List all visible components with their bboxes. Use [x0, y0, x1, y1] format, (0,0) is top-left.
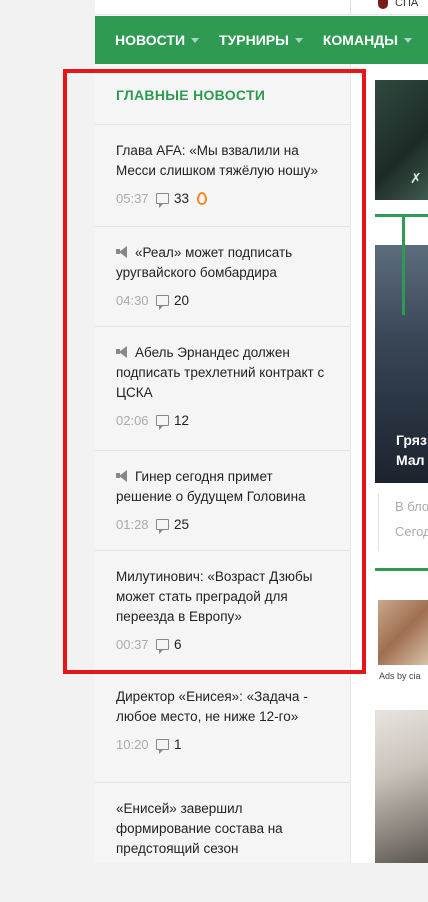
news-time: 05:37 — [116, 190, 149, 206]
news-list: Глава AFA: «Мы взвалили на Месси слишком… — [95, 124, 350, 902]
megaphone-icon — [116, 346, 130, 358]
news-item[interactable]: Глава AFA: «Мы взвалили на Месси слишком… — [95, 124, 350, 226]
nav-item-label: НОВОСТИ — [115, 32, 186, 48]
chevron-down-icon — [294, 37, 303, 43]
megaphone-icon — [116, 470, 130, 482]
feature-title-line: Мал — [396, 452, 425, 468]
news-meta: 02:06 12 — [116, 410, 330, 430]
news-meta: 01:28 25 — [116, 514, 330, 534]
main-nav: НОВОСТИ ТУРНИРЫ КОМАНДЫ — [95, 16, 428, 64]
fire-icon — [197, 191, 208, 205]
feature-title-line: Гряз — [396, 432, 427, 448]
comment-count[interactable]: 20 — [174, 293, 189, 308]
comment-icon — [156, 518, 169, 534]
news-headline-text: «Енисей» завершил формирование состава н… — [116, 801, 283, 856]
accent-line — [375, 568, 428, 571]
news-item[interactable]: Абель Эрнандес должен подписать трехлетн… — [95, 326, 350, 450]
news-item[interactable]: «Енисей» завершил формирование состава н… — [95, 782, 350, 902]
news-headline-text: Милутинович: «Возраст Дзюбы может стать … — [116, 569, 313, 624]
news-item[interactable]: Гинер сегодня примет решение о будущем Г… — [95, 450, 350, 550]
news-item[interactable]: «Реал» может подписать уругвайского бомб… — [95, 226, 350, 326]
nav-item-tournaments[interactable]: ТУРНИРЫ — [219, 32, 303, 48]
news-headline[interactable]: Милутинович: «Возраст Дзюбы может стать … — [116, 567, 330, 627]
nav-item-teams[interactable]: КОМАНДЫ — [323, 32, 412, 48]
news-time: 01:28 — [116, 516, 149, 532]
comment-icon — [156, 638, 169, 654]
ad-image[interactable] — [378, 600, 428, 665]
blog-text-line[interactable]: В бло — [395, 499, 428, 514]
news-time: 10:20 — [116, 736, 149, 752]
news-meta: 00:37 6 — [116, 634, 330, 654]
news-headline-text: Глава AFA: «Мы взвалили на Месси слишком… — [116, 143, 319, 178]
comment-count[interactable]: 1 — [174, 737, 182, 752]
feature-image[interactable] — [375, 710, 428, 863]
news-headline-text: «Реал» может подписать уругвайского бомб… — [116, 245, 293, 280]
ad-label[interactable]: Ads by cia — [379, 671, 421, 681]
blog-text-line[interactable]: Сегод — [395, 524, 428, 539]
news-headline[interactable]: «Енисей» завершил формирование состава н… — [116, 799, 330, 859]
news-meta: 10:20 1 — [116, 734, 330, 754]
news-item[interactable]: Директор «Енисея»: «Задача - любое место… — [95, 670, 350, 782]
news-item[interactable]: Милутинович: «Возраст Дзюбы может стать … — [95, 550, 350, 670]
comment-icon — [156, 192, 169, 208]
news-meta: 05:37 33 — [116, 188, 330, 208]
megaphone-icon — [116, 246, 130, 258]
news-time: 00:37 — [116, 636, 149, 652]
news-headline-text: Директор «Енисея»: «Задача - любое место… — [116, 689, 308, 724]
chevron-down-icon — [191, 37, 200, 43]
nav-item-label: ТУРНИРЫ — [219, 32, 289, 48]
news-headline[interactable]: Глава AFA: «Мы взвалили на Месси слишком… — [116, 141, 330, 181]
comment-icon — [156, 294, 169, 310]
news-time: 04:30 — [116, 292, 149, 308]
main-news-column: ГЛАВНЫЕ НОВОСТИ Глава AFA: «Мы взвалили … — [95, 64, 351, 863]
comment-icon — [156, 738, 169, 754]
image-mark-icon: ✗ — [410, 170, 422, 186]
comment-count[interactable]: 6 — [174, 637, 182, 652]
news-headline-text: Абель Эрнандес должен подписать трехлетн… — [116, 345, 325, 400]
news-headline[interactable]: Абель Эрнандес должен подписать трехлетн… — [116, 343, 330, 403]
news-headline[interactable]: «Реал» может подписать уругвайского бомб… — [116, 243, 330, 283]
section-title: ГЛАВНЫЕ НОВОСТИ — [116, 87, 266, 103]
chevron-down-icon — [403, 37, 412, 43]
comment-count[interactable]: 33 — [174, 191, 189, 206]
comment-count[interactable]: 12 — [174, 413, 189, 428]
club-label[interactable]: СПА — [395, 0, 418, 9]
nav-item-label: КОМАНДЫ — [322, 32, 398, 48]
news-meta: 04:30 20 — [116, 290, 330, 310]
nav-item-news[interactable]: НОВОСТИ — [115, 32, 200, 48]
news-headline[interactable]: Гинер сегодня примет решение о будущем Г… — [116, 467, 330, 507]
news-headline-text: Гинер сегодня примет решение о будущем Г… — [116, 469, 306, 504]
news-time: 02:06 — [116, 412, 149, 428]
comment-icon — [156, 414, 169, 430]
top-divider — [350, 0, 351, 14]
accent-line — [402, 217, 405, 315]
feature-title[interactable]: Гряз Мал — [396, 430, 427, 470]
news-headline[interactable]: Директор «Енисея»: «Задача - любое место… — [116, 687, 330, 727]
comment-count[interactable]: 25 — [174, 517, 189, 532]
